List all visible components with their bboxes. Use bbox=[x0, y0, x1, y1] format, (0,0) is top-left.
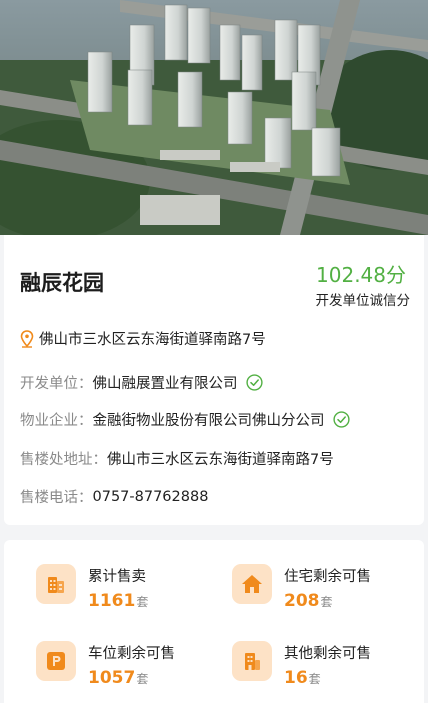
stat-unit: 套 bbox=[320, 595, 333, 609]
stat-residential-remaining: 住宅剩余可售 208套 bbox=[232, 564, 371, 611]
sales-office-value: 佛山市三水区云东海街道驿南路7号 bbox=[107, 452, 334, 468]
project-info-card: 融辰花园 102.48分 开发单位诚信分 佛山市三水区云东海街道驿南路7号 开发… bbox=[4, 235, 424, 525]
developer-label: 开发单位： bbox=[20, 376, 93, 392]
stat-value: 16 bbox=[284, 668, 308, 688]
project-address: 佛山市三水区云东海街道驿南路7号 bbox=[39, 332, 266, 348]
stat-total-sold: 累计售卖 1161套 bbox=[36, 564, 148, 611]
project-name: 融辰花园 bbox=[20, 271, 104, 295]
credit-score-label: 开发单位诚信分 bbox=[315, 293, 411, 309]
property-management-row: 物业企业： 金融街物业股份有限公司佛山分公司 bbox=[20, 409, 350, 430]
parking-icon bbox=[36, 641, 76, 681]
sales-stats-card: 累计售卖 1161套 住宅剩余可售 208套 车位剩余可售 1057套 其他剩余… bbox=[4, 540, 424, 703]
sales-phone-value[interactable]: 0757-87762888 bbox=[93, 489, 209, 505]
stat-value: 208 bbox=[284, 591, 320, 611]
stat-label: 累计售卖 bbox=[88, 569, 146, 585]
project-rendering-image bbox=[0, 0, 428, 235]
stat-value: 1057 bbox=[88, 668, 136, 688]
credit-score-value: 102.48分 bbox=[316, 263, 406, 287]
developer-row: 开发单位： 佛山融展置业有限公司 bbox=[20, 372, 263, 393]
stat-unit: 套 bbox=[136, 672, 149, 686]
shop-icon bbox=[232, 641, 272, 681]
property-management-label: 物业企业： bbox=[20, 413, 93, 429]
sales-phone-row[interactable]: 售楼电话： 0757-87762888 bbox=[20, 486, 208, 507]
location-pin-icon bbox=[20, 329, 34, 348]
stat-unit: 套 bbox=[308, 672, 321, 686]
sales-office-label: 售楼处地址： bbox=[20, 452, 107, 468]
stat-label: 车位剩余可售 bbox=[88, 646, 175, 662]
house-icon bbox=[232, 564, 272, 604]
property-management-value: 金融街物业股份有限公司佛山分公司 bbox=[92, 413, 325, 429]
stat-parking-remaining: 车位剩余可售 1057套 bbox=[36, 641, 175, 688]
verified-check-icon bbox=[245, 374, 263, 391]
stat-value: 1161 bbox=[88, 591, 136, 611]
developer-value: 佛山融展置业有限公司 bbox=[92, 376, 238, 392]
building-icon bbox=[36, 564, 76, 604]
project-address-row[interactable]: 佛山市三水区云东海街道驿南路7号 bbox=[20, 328, 266, 349]
verified-check-icon bbox=[332, 411, 350, 428]
sales-office-row: 售楼处地址： 佛山市三水区云东海街道驿南路7号 bbox=[20, 448, 334, 469]
stat-label: 住宅剩余可售 bbox=[284, 569, 371, 585]
stat-label: 其他剩余可售 bbox=[284, 646, 371, 662]
sales-phone-label: 售楼电话： bbox=[20, 490, 93, 506]
stat-other-remaining: 其他剩余可售 16套 bbox=[232, 641, 371, 688]
stat-unit: 套 bbox=[136, 595, 149, 609]
